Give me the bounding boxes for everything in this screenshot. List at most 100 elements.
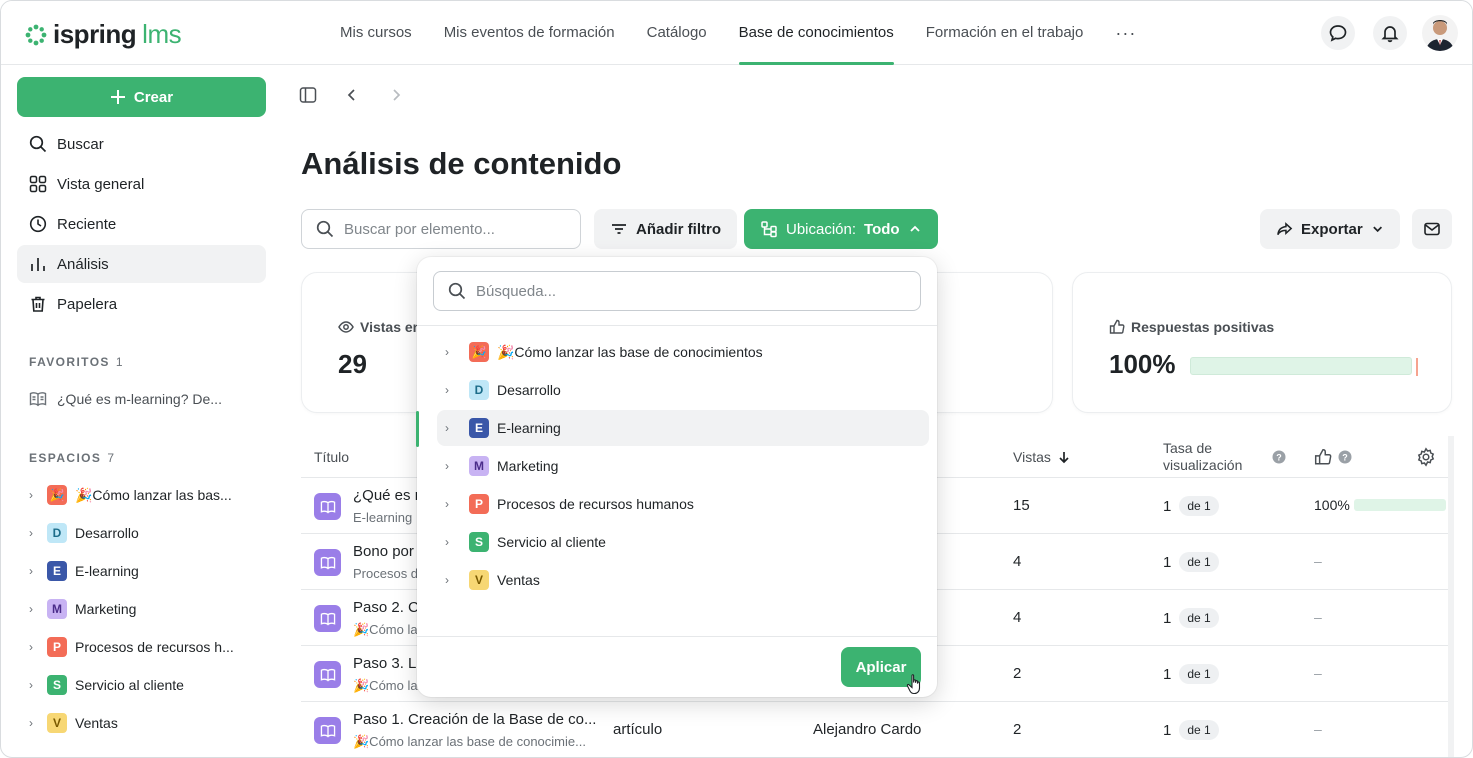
chevron-right-icon[interactable]: › bbox=[445, 535, 459, 549]
chevron-right-icon[interactable]: › bbox=[29, 488, 45, 502]
space-item-label: Marketing bbox=[75, 601, 137, 617]
space-badge: E bbox=[469, 418, 489, 438]
chevron-right-icon[interactable]: › bbox=[29, 526, 45, 540]
trash-icon bbox=[31, 296, 45, 312]
row-likes: – bbox=[1314, 609, 1322, 625]
space-badge: M bbox=[469, 456, 489, 476]
add-filter-button[interactable]: Añadir filtro bbox=[594, 209, 737, 249]
row-title[interactable]: Paso 1. Creación de la Base de co... bbox=[353, 711, 596, 728]
sidebar-item-overview[interactable]: Vista general bbox=[17, 165, 266, 203]
avatar-image-icon bbox=[1422, 15, 1458, 51]
app-window: ispring lms Mis cursos Mis eventos de fo… bbox=[0, 0, 1473, 758]
dropdown-item-sales[interactable]: › V Ventas bbox=[437, 562, 929, 598]
nav-on-the-job-training[interactable]: Formación en el trabajo bbox=[926, 1, 1084, 65]
row-views: 2 bbox=[1013, 721, 1022, 738]
row-rate-of: de 1 bbox=[1179, 664, 1219, 684]
row-title[interactable]: Bono por bbox=[353, 543, 414, 560]
space-badge: P bbox=[47, 637, 67, 657]
sidebar-item-analytics[interactable]: Análisis bbox=[17, 245, 266, 283]
space-item-development[interactable]: › D Desarrollo bbox=[29, 523, 139, 543]
element-search[interactable] bbox=[301, 209, 581, 249]
chevron-right-icon[interactable]: › bbox=[29, 602, 45, 616]
space-badge: D bbox=[47, 523, 67, 543]
sidebar-toggle-icon[interactable] bbox=[299, 86, 317, 104]
space-badge: V bbox=[47, 713, 67, 733]
space-badge: E bbox=[47, 561, 67, 581]
eye-icon bbox=[338, 321, 354, 333]
svg-text:?: ? bbox=[1342, 453, 1348, 463]
chevron-right-icon[interactable]: › bbox=[29, 640, 45, 654]
space-item-customer-service[interactable]: › S Servicio al cliente bbox=[29, 675, 184, 695]
dropdown-item-elearning[interactable]: › E E-learning bbox=[437, 410, 929, 446]
chevron-right-icon[interactable]: › bbox=[445, 497, 459, 511]
sidebar-item-label: Reciente bbox=[57, 215, 117, 233]
chevron-right-icon[interactable]: › bbox=[445, 573, 459, 587]
sidebar-item-search[interactable]: Buscar bbox=[17, 125, 266, 163]
space-item-sales[interactable]: › V Ventas bbox=[29, 713, 118, 733]
export-button[interactable]: Exportar bbox=[1260, 209, 1400, 249]
email-button[interactable] bbox=[1412, 209, 1452, 249]
chevron-right-icon[interactable]: › bbox=[445, 459, 459, 473]
row-rate-value: 1 bbox=[1163, 609, 1172, 627]
sidebar-item-label: Buscar bbox=[57, 135, 104, 153]
favorite-item[interactable]: ¿Qué es m-learning? De... bbox=[29, 391, 222, 407]
logo-text: ispring bbox=[53, 19, 137, 49]
forward-arrow-icon[interactable] bbox=[387, 86, 405, 104]
notifications-button[interactable] bbox=[1373, 16, 1407, 50]
location-filter-button[interactable]: Ubicación: Todo bbox=[744, 209, 938, 249]
thumbs-up-icon bbox=[1109, 319, 1125, 334]
nav-catalog[interactable]: Catálogo bbox=[647, 1, 707, 65]
nav-my-events[interactable]: Mis eventos de formación bbox=[444, 1, 615, 65]
dropdown-item-development[interactable]: › D Desarrollo bbox=[437, 372, 929, 408]
space-item-hr[interactable]: › P Procesos de recursos h... bbox=[29, 637, 234, 657]
row-title[interactable]: Paso 3. L bbox=[353, 655, 416, 672]
create-button[interactable]: Crear bbox=[17, 77, 266, 117]
dropdown-item-label: Ventas bbox=[497, 572, 540, 588]
nav-my-courses[interactable]: Mis cursos bbox=[340, 1, 412, 65]
chevron-right-icon[interactable]: › bbox=[29, 678, 45, 692]
col-help[interactable]: ? bbox=[1272, 436, 1286, 478]
col-likes[interactable]: ? bbox=[1314, 436, 1352, 478]
row-views: 2 bbox=[1013, 665, 1022, 682]
dropdown-item-customer-service[interactable]: › S Servicio al cliente bbox=[437, 524, 929, 560]
nav-knowledge-base[interactable]: Base de conocimientos bbox=[738, 1, 894, 65]
row-likes: – bbox=[1314, 721, 1322, 737]
views-card-label: Vistas en bbox=[360, 319, 422, 335]
chevron-right-icon[interactable]: › bbox=[29, 564, 45, 578]
chevron-right-icon[interactable]: › bbox=[29, 716, 45, 730]
chevron-right-icon[interactable]: › bbox=[445, 345, 459, 359]
dropdown-search-input[interactable] bbox=[476, 282, 896, 300]
sidebar-item-recent[interactable]: Reciente bbox=[17, 205, 266, 243]
dropdown-item-label: E-learning bbox=[497, 420, 561, 436]
logo[interactable]: ispring lms bbox=[25, 19, 182, 50]
space-item-label: Desarrollo bbox=[75, 525, 139, 541]
row-views: 15 bbox=[1013, 497, 1030, 514]
space-item-marketing[interactable]: › M Marketing bbox=[29, 599, 136, 619]
chat-button[interactable] bbox=[1321, 16, 1355, 50]
row-title[interactable]: Paso 2. C bbox=[353, 599, 419, 616]
chevron-right-icon[interactable]: › bbox=[445, 383, 459, 397]
space-item-launch[interactable]: › 🎉 🎉Cómo lanzar las bas... bbox=[29, 485, 232, 505]
dropdown-search[interactable] bbox=[433, 271, 921, 311]
article-icon bbox=[314, 549, 341, 576]
table-row[interactable]: Paso 1. Creación de la Base de co... 🎉Có… bbox=[301, 702, 1451, 757]
thumbs-up-icon bbox=[1314, 448, 1332, 465]
more-menu-button[interactable]: ··· bbox=[1115, 1, 1136, 65]
views-card-value: 29 bbox=[338, 349, 367, 379]
row-views: 4 bbox=[1013, 609, 1022, 626]
chevron-right-icon[interactable]: › bbox=[445, 421, 459, 435]
back-arrow-icon[interactable] bbox=[343, 86, 361, 104]
dropdown-item-marketing[interactable]: › M Marketing bbox=[437, 448, 929, 484]
col-title[interactable]: Título bbox=[314, 436, 349, 478]
row-likes-bar bbox=[1353, 499, 1450, 511]
col-views[interactable]: Vistas bbox=[1013, 436, 1071, 478]
element-search-input[interactable] bbox=[344, 220, 564, 238]
space-item-elearning[interactable]: › E E-learning bbox=[29, 561, 139, 581]
user-avatar[interactable] bbox=[1422, 15, 1458, 51]
col-view-rate[interactable]: Tasa de visualización bbox=[1163, 436, 1253, 478]
sidebar-item-trash[interactable]: Papelera bbox=[17, 285, 266, 323]
table-scrollbar[interactable] bbox=[1448, 436, 1454, 757]
dropdown-item-hr[interactable]: › P Procesos de recursos humanos bbox=[437, 486, 929, 522]
dropdown-item-launch[interactable]: › 🎉 🎉Cómo lanzar las base de conocimient… bbox=[437, 334, 929, 370]
column-settings-button[interactable] bbox=[1416, 436, 1436, 478]
